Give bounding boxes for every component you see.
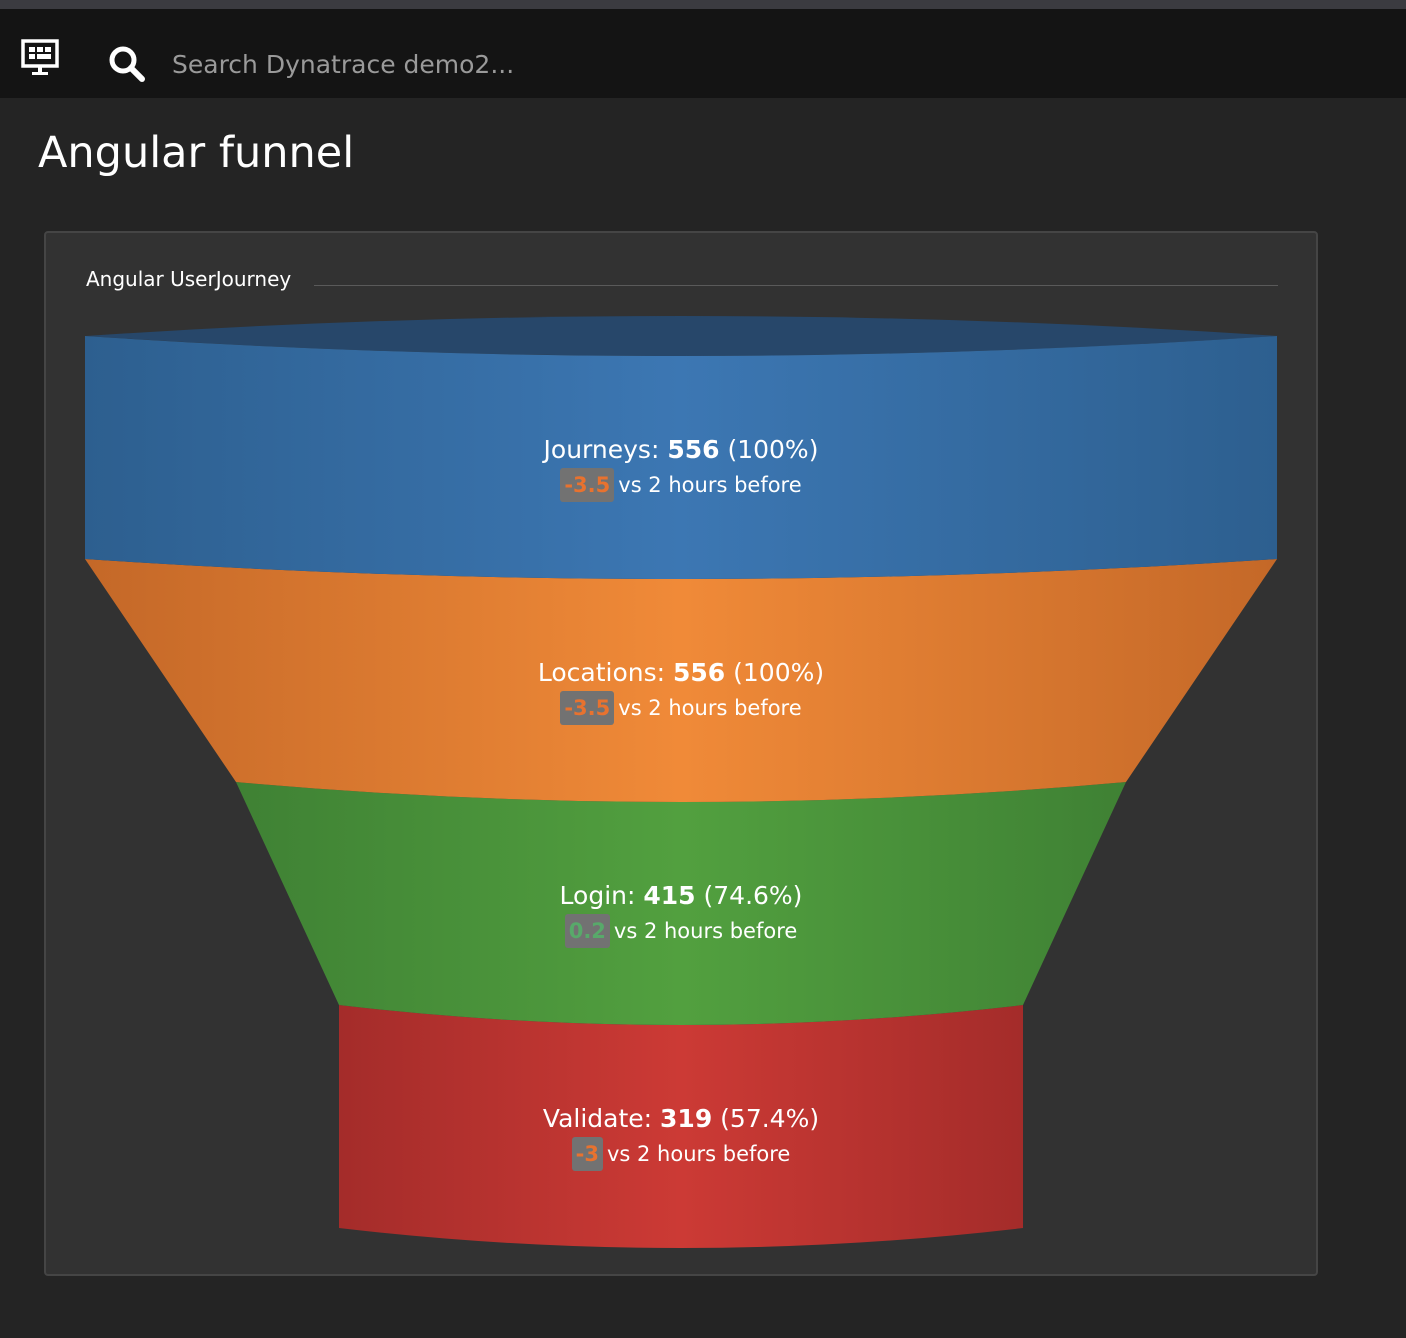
stage-count: 319 xyxy=(660,1104,713,1133)
comparison-text: vs 2 hours before xyxy=(606,1142,791,1166)
stage-count: 556 xyxy=(673,658,726,687)
stage-percent: (100%) xyxy=(719,435,819,464)
funnel-stage-comparison: -3.5 vs 2 hours before xyxy=(381,468,981,502)
stage-name: Locations: xyxy=(537,658,673,687)
funnel-label-validate: Validate: 319 (57.4%) -3 vs 2 hours before xyxy=(381,1103,981,1171)
stage-percent: (74.6%) xyxy=(695,881,803,910)
window-top-strip xyxy=(0,0,1406,9)
dashboard-icon[interactable] xyxy=(20,38,60,80)
delta-badge: -3.5 xyxy=(560,468,615,502)
top-bar xyxy=(0,9,1406,98)
stage-name: Journeys: xyxy=(543,435,668,464)
funnel-label-login: Login: 415 (74.6%) 0.2 vs 2 hours before xyxy=(381,880,981,948)
funnel-tile[interactable]: Angular UserJourney Journeys: 556 (100%)… xyxy=(44,231,1318,1276)
funnel-stage-value: Journeys: 556 (100%) xyxy=(381,434,981,466)
stage-count: 415 xyxy=(643,881,696,910)
funnel-stage-comparison: 0.2 vs 2 hours before xyxy=(381,914,981,948)
comparison-text: vs 2 hours before xyxy=(618,696,802,720)
stage-percent: (57.4%) xyxy=(712,1104,820,1133)
funnel-stage-value: Login: 415 (74.6%) xyxy=(381,880,981,912)
stage-name: Login: xyxy=(559,881,644,910)
funnel-stage-comparison: -3.5 vs 2 hours before xyxy=(381,691,981,725)
funnel-stage-value: Locations: 556 (100%) xyxy=(381,657,981,689)
comparison-text: vs 2 hours before xyxy=(618,473,802,497)
delta-badge: 0.2 xyxy=(564,914,610,948)
funnel-stage-value: Validate: 319 (57.4%) xyxy=(381,1103,981,1135)
comparison-text: vs 2 hours before xyxy=(613,919,798,943)
page-title: Angular funnel xyxy=(38,128,355,178)
stage-percent: (100%) xyxy=(725,658,825,687)
funnel-stage-comparison: -3 vs 2 hours before xyxy=(381,1137,981,1171)
search-input[interactable] xyxy=(172,39,772,89)
funnel-label-journeys: Journeys: 556 (100%) -3.5 vs 2 hours befor… xyxy=(381,434,981,502)
stage-name: Validate: xyxy=(542,1104,661,1133)
search-icon[interactable] xyxy=(106,43,150,87)
delta-badge: -3.5 xyxy=(560,691,615,725)
delta-badge: -3 xyxy=(571,1137,603,1171)
stage-count: 556 xyxy=(667,435,720,464)
funnel-label-locations: Locations: 556 (100%) -3.5 vs 2 hours befo… xyxy=(381,657,981,725)
